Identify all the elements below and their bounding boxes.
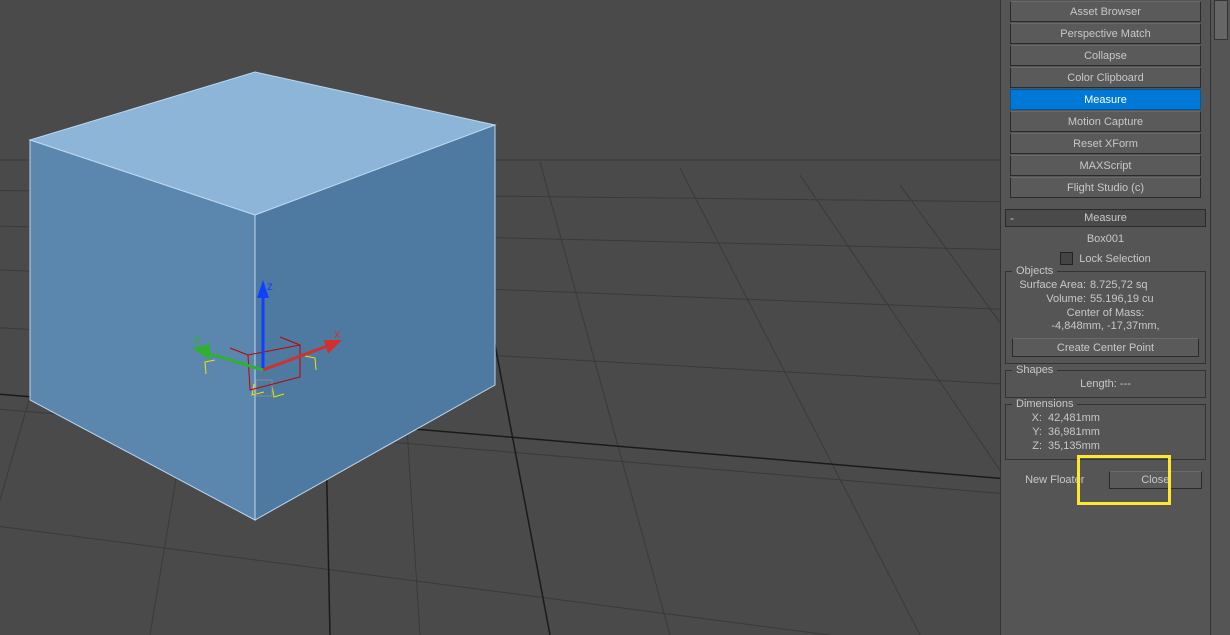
viewport-scene: z x y	[0, 0, 1000, 635]
measure-rollout-header[interactable]: - Measure	[1005, 209, 1206, 227]
utility-maxscript[interactable]: MAXScript	[1010, 155, 1201, 176]
dim-x-label: X:	[1012, 412, 1048, 424]
utility-perspective-match[interactable]: Perspective Match	[1010, 23, 1201, 44]
dim-x-value: 42,481mm	[1048, 412, 1100, 424]
utility-motion-capture[interactable]: Motion Capture	[1010, 111, 1201, 132]
dimensions-group: Dimensions X: 42,481mm Y: 36,981mm Z: 35…	[1005, 404, 1206, 460]
shapes-group: Shapes Length: ---	[1005, 370, 1206, 398]
close-button[interactable]: Close	[1109, 471, 1203, 489]
rollout-toggle: -	[1010, 211, 1014, 225]
utility-collapse[interactable]: Collapse	[1010, 45, 1201, 66]
length-label: Length:	[1080, 378, 1117, 390]
object-name: Box001	[1005, 229, 1206, 249]
dimensions-group-label: Dimensions	[1012, 398, 1077, 410]
volume-label: Volume:	[1012, 293, 1090, 305]
rollout-title: Measure	[1084, 212, 1127, 224]
axis-z-label: z	[267, 279, 273, 293]
dock-tab[interactable]	[1214, 0, 1228, 40]
objects-group: Objects Surface Area: 8.725,72 sq Volume…	[1005, 271, 1206, 364]
floater-row: New Floater Close	[1005, 471, 1206, 489]
center-mass-label: Center of Mass:	[1067, 307, 1145, 319]
lock-selection-checkbox[interactable]	[1060, 252, 1073, 265]
utility-flight-studio-c-[interactable]: Flight Studio (c)	[1010, 177, 1201, 198]
dim-y-label: Y:	[1012, 426, 1048, 438]
surface-area-label: Surface Area:	[1012, 279, 1090, 291]
utility-color-clipboard[interactable]: Color Clipboard	[1010, 67, 1201, 88]
utility-reset-xform[interactable]: Reset XForm	[1010, 133, 1201, 154]
right-dock-edge	[1210, 0, 1230, 635]
volume-value: 55.196,19 cu	[1090, 293, 1199, 305]
create-center-point-button[interactable]: Create Center Point	[1012, 338, 1199, 357]
shapes-group-label: Shapes	[1012, 364, 1057, 376]
utility-list: Asset BrowserPerspective MatchCollapseCo…	[1005, 0, 1206, 199]
objects-group-label: Objects	[1012, 265, 1057, 277]
axis-y-label: y	[194, 331, 200, 345]
utility-asset-browser[interactable]: Asset Browser	[1010, 1, 1201, 22]
dim-z-value: 35,135mm	[1048, 440, 1100, 452]
sidebar: Asset BrowserPerspective MatchCollapseCo…	[1000, 0, 1210, 635]
utility-measure[interactable]: Measure	[1010, 89, 1201, 110]
axis-x-label: x	[334, 327, 340, 341]
new-floater-button[interactable]: New Floater	[1009, 471, 1101, 489]
center-mass-value: -4,848mm, -17,37mm,	[1012, 320, 1199, 332]
dim-z-label: Z:	[1012, 440, 1048, 452]
surface-area-value: 8.725,72 sq	[1090, 279, 1199, 291]
length-value: ---	[1120, 378, 1131, 390]
viewport[interactable]: z x y	[0, 0, 1000, 635]
dim-y-value: 36,981mm	[1048, 426, 1100, 438]
lock-selection-label: Lock Selection	[1079, 253, 1151, 265]
